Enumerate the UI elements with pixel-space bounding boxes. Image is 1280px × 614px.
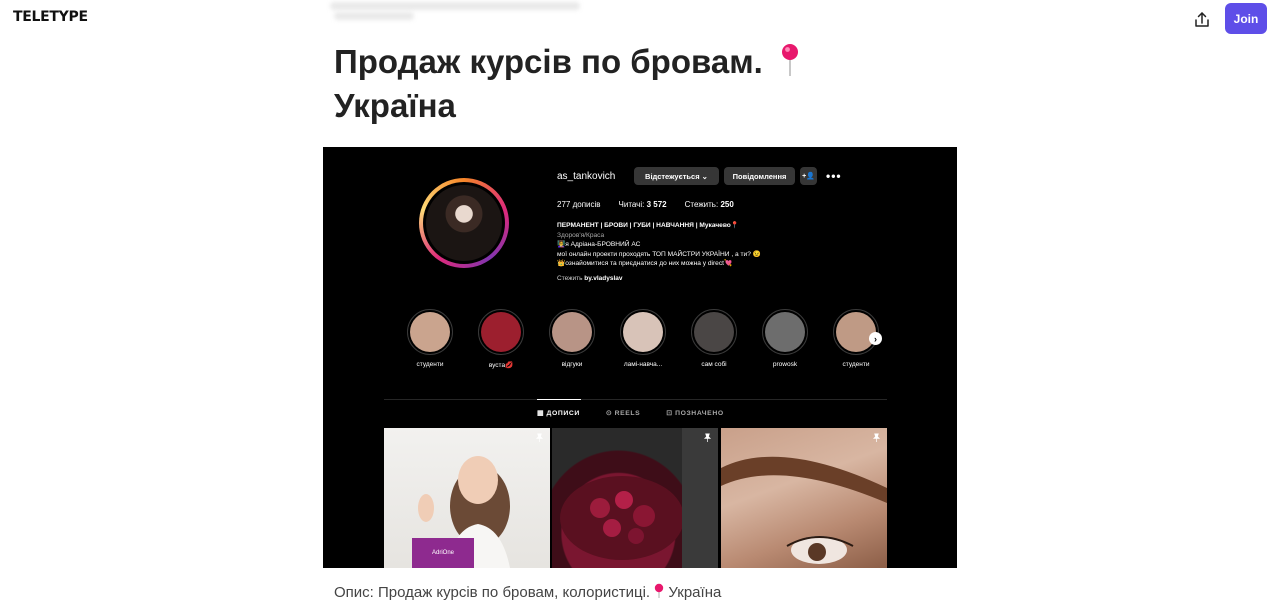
ig-message-button: Повідомлення bbox=[724, 167, 795, 185]
ig-highlight: студенти bbox=[405, 309, 455, 368]
ig-chevron-right-icon: › bbox=[869, 332, 882, 345]
ig-add-user-icon: +👤 bbox=[800, 167, 817, 185]
ig-highlight-cover bbox=[623, 312, 663, 352]
ig-bio: ПЕРМАНЕНТ | БРОВИ | ГУБИ | НАВЧАННЯ | Му… bbox=[557, 221, 877, 269]
ig-highlight-cover bbox=[410, 312, 450, 352]
ig-highlight: prowosk bbox=[760, 309, 810, 368]
ig-highlight-cover bbox=[552, 312, 592, 352]
ig-tab-posts: ▦ ДОПИСИ bbox=[537, 410, 580, 417]
pinned-icon bbox=[872, 433, 881, 442]
ig-followers: Читачі: 3 572 bbox=[618, 200, 667, 209]
ig-bio-category: Здоров'я/Краса bbox=[557, 231, 605, 239]
post-bag-text: AdriOne bbox=[432, 550, 455, 556]
ig-divider bbox=[384, 399, 887, 400]
pinned-icon bbox=[535, 433, 544, 442]
join-button[interactable]: Join bbox=[1225, 3, 1267, 34]
ig-followed-by: Стежить by.vladyslav bbox=[557, 275, 623, 282]
ig-tabs: ▦ ДОПИСИ ⊙ REELS ⊡ ПОЗНАЧЕНО bbox=[537, 409, 724, 417]
ig-username: as_tankovich bbox=[557, 171, 616, 182]
profile-avatar-ring bbox=[419, 178, 509, 268]
ig-highlight: сам собі bbox=[689, 309, 739, 368]
post-photo-woman: AdriOne bbox=[412, 456, 510, 568]
share-icon bbox=[1195, 12, 1209, 27]
ig-bio-line: 👩‍🏫я Адріана-БРОВНИЙ АС bbox=[557, 241, 641, 249]
ig-active-tab-indicator bbox=[537, 399, 581, 400]
ig-more-icon: ••• bbox=[826, 169, 842, 183]
ig-highlight: вуста💋 bbox=[476, 309, 526, 369]
ig-following-button: Відстежується ⌄ bbox=[634, 167, 719, 185]
round-pushpin-icon bbox=[654, 583, 668, 601]
ig-highlight-cover bbox=[836, 312, 876, 352]
ig-tab-reels: ⊙ REELS bbox=[605, 410, 641, 417]
post-photo-beets bbox=[560, 428, 718, 568]
ig-highlight: відгуки bbox=[547, 309, 597, 368]
pinned-icon bbox=[703, 433, 712, 442]
ig-highlight: ламі-навча... bbox=[618, 309, 668, 368]
ig-highlight-cover bbox=[765, 312, 805, 352]
ig-highlight-cover bbox=[694, 312, 734, 352]
post-photo-eyebrow bbox=[721, 456, 887, 564]
ig-tab-tagged: ⊡ ПОЗНАЧЕНО bbox=[666, 410, 724, 417]
title-line-1: Продаж курсів по бровам. bbox=[334, 43, 763, 80]
ig-bio-title: ПЕРМАНЕНТ | БРОВИ | ГУБИ | НАВЧАННЯ | Му… bbox=[557, 222, 740, 229]
teletype-logo[interactable]: TELETYPE bbox=[13, 9, 88, 25]
ig-following: Стежить: 250 bbox=[684, 200, 734, 209]
ig-post: AdriOne bbox=[384, 428, 550, 568]
ig-post bbox=[721, 428, 887, 568]
ig-post bbox=[552, 428, 718, 568]
ig-highlight-cover bbox=[481, 312, 521, 352]
share-button[interactable] bbox=[1188, 6, 1216, 34]
page-title: Продаж курсів по бровам. Україна bbox=[334, 42, 854, 126]
article-image-instagram-screenshot: as_tankovich Відстежується ⌄ Повідомленн… bbox=[323, 147, 957, 568]
ig-bio-line: 👑ознайомитися та приєднатися до них можн… bbox=[557, 260, 733, 268]
ig-stats: 277 дописів Читачі: 3 572 Стежить: 250 bbox=[557, 200, 734, 209]
profile-avatar bbox=[426, 185, 502, 261]
title-line-2: Україна bbox=[334, 86, 456, 124]
ig-bio-line: мої онлайн проекти проходять ТОП МАЙСТРИ… bbox=[557, 250, 761, 258]
faded-scrolled-text bbox=[330, 0, 590, 30]
ig-posts-count: 277 дописів bbox=[557, 200, 601, 209]
round-pushpin-icon bbox=[780, 43, 800, 86]
image-caption: Опис: Продаж курсів по бровам, колористи… bbox=[334, 583, 722, 601]
